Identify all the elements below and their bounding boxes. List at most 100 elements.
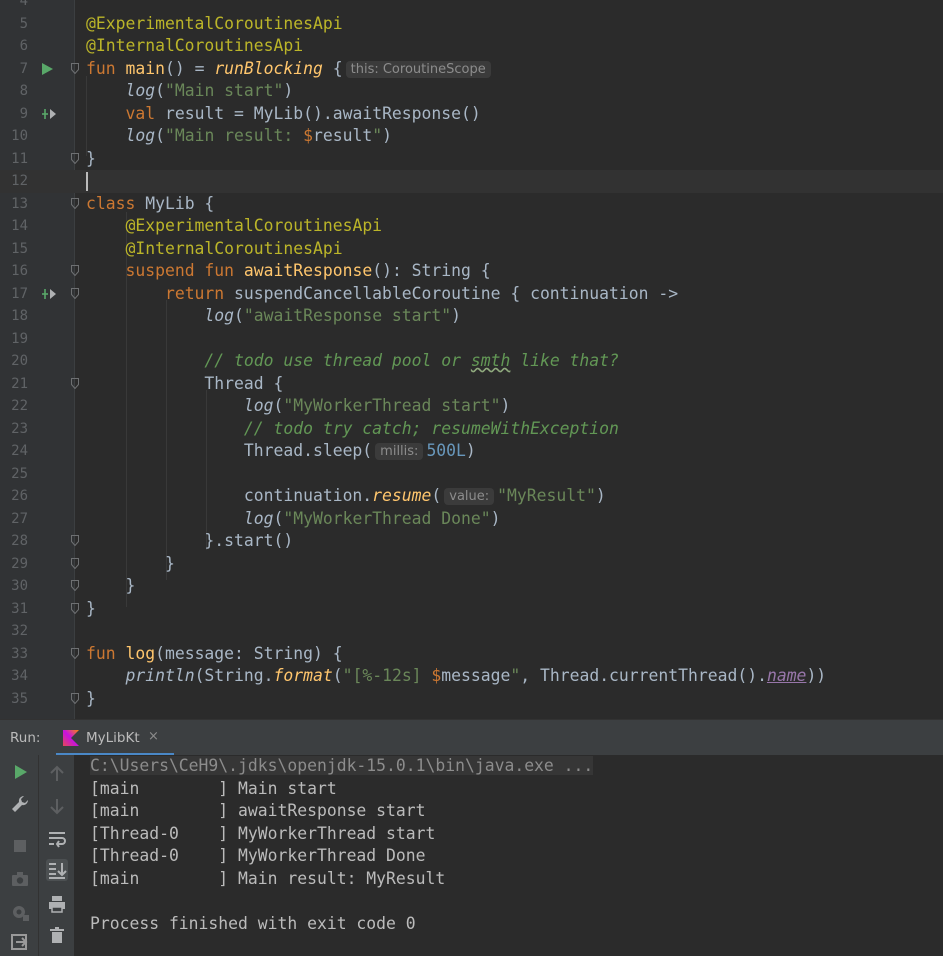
line-number[interactable]: 31 [0, 598, 28, 621]
code-line[interactable]: 14 @ExperimentalCoroutinesApi [0, 215, 943, 238]
line-number[interactable]: 6 [0, 35, 28, 58]
run-tab-mylibkt[interactable]: MyLibKt × [56, 720, 174, 756]
line-number[interactable]: 26 [0, 485, 28, 508]
line-number[interactable]: 27 [0, 508, 28, 531]
line-number[interactable]: 28 [0, 530, 28, 553]
code-line[interactable]: 26 continuation.resume(value: "MyResult") [0, 485, 943, 508]
run-gutter-icon[interactable] [40, 61, 58, 77]
line-number[interactable]: 18 [0, 305, 28, 328]
line-number[interactable]: 24 [0, 440, 28, 463]
code-line[interactable]: 32 [0, 620, 943, 643]
code-text: } [86, 688, 96, 711]
line-number[interactable]: 4 [0, 0, 28, 13]
trash-icon[interactable] [46, 924, 68, 946]
code-line[interactable]: 27 log("MyWorkerThread Done") [0, 508, 943, 531]
line-number[interactable]: 15 [0, 238, 28, 261]
line-number[interactable]: 35 [0, 688, 28, 711]
line-number[interactable]: 21 [0, 373, 28, 396]
console-command-text[interactable]: C:\Users\CeH9\.jdks\openjdk-15.0.1\bin\j… [90, 756, 594, 775]
code-line[interactable]: 8 log("Main start") [0, 80, 943, 103]
code-line[interactable]: 34 println(String.format("[%-12s] $messa… [0, 665, 943, 688]
fold-icon[interactable] [71, 535, 79, 546]
line-number[interactable]: 22 [0, 395, 28, 418]
scroll-to-end-icon[interactable] [46, 859, 68, 881]
code-line[interactable]: 4 [0, 0, 943, 13]
code-line[interactable]: 22 log("MyWorkerThread start") [0, 395, 943, 418]
close-icon[interactable]: × [148, 729, 159, 744]
code-line[interactable]: 25 [0, 463, 943, 486]
line-number[interactable]: 33 [0, 643, 28, 666]
arrow-up-icon[interactable] [46, 763, 68, 785]
fold-icon[interactable] [71, 692, 79, 704]
code-line[interactable]: 11} [0, 148, 943, 171]
fold-icon[interactable] [71, 647, 79, 659]
code-line[interactable]: 29 } [0, 553, 943, 576]
code-line[interactable]: 12 [0, 170, 943, 193]
code-text: @InternalCoroutinesApi [86, 35, 303, 58]
code-line[interactable]: 31} [0, 598, 943, 621]
code-line[interactable]: 9 val result = MyLib().awaitResponse() [0, 103, 943, 126]
line-number[interactable]: 17 [0, 283, 28, 306]
wrench-icon[interactable] [9, 793, 31, 815]
ide-window: 4 5 @ExperimentalCoroutinesApi 6 @InternalCo… [0, 0, 943, 956]
code-line[interactable]: 30 } [0, 575, 943, 598]
code-line[interactable]: 24 Thread.sleep(millis: 500L) [0, 440, 943, 463]
code-line[interactable]: 10 log("Main result: $result") [0, 125, 943, 148]
code-editor[interactable]: 4 5 @ExperimentalCoroutinesApi 6 @InternalCo… [0, 0, 943, 719]
fold-icon[interactable] [71, 287, 79, 299]
line-number[interactable]: 14 [0, 215, 28, 238]
debug-settings-icon[interactable] [9, 901, 31, 923]
code-line[interactable]: 23 // todo try catch; resumeWithExceptio… [0, 418, 943, 441]
code-line[interactable]: 13 class MyLib { [0, 193, 943, 216]
fold-icon[interactable] [71, 265, 79, 276]
fold-icon[interactable] [71, 602, 79, 614]
line-number[interactable]: 5 [0, 13, 28, 36]
line-number[interactable]: 20 [0, 350, 28, 373]
code-token: ) [382, 126, 392, 145]
code-line[interactable]: 35} [0, 688, 943, 711]
code-text: Thread.sleep(millis: 500L) [86, 440, 476, 464]
fold-icon[interactable] [71, 152, 79, 164]
code-line[interactable]: 7 fun main() = runBlocking {this: Corouti… [0, 58, 943, 81]
line-number[interactable]: 23 [0, 418, 28, 441]
soft-wrap-icon[interactable] [46, 828, 68, 850]
fold-icon[interactable] [71, 197, 79, 209]
line-number[interactable]: 7 [0, 58, 28, 81]
code-line[interactable]: 6 @InternalCoroutinesApi [0, 35, 943, 58]
code-line[interactable]: 17 return suspendCancellableCoroutine { … [0, 283, 943, 306]
line-number[interactable]: 19 [0, 328, 28, 351]
camera-icon[interactable] [9, 868, 31, 890]
line-number[interactable]: 12 [0, 170, 28, 193]
code-token: log [125, 126, 156, 145]
print-icon[interactable] [46, 893, 68, 915]
fold-icon[interactable] [71, 580, 79, 591]
line-number[interactable]: 11 [0, 148, 28, 171]
line-number[interactable]: 16 [0, 260, 28, 283]
rerun-icon[interactable] [9, 761, 31, 783]
line-number[interactable]: 25 [0, 463, 28, 486]
line-number[interactable]: 8 [0, 80, 28, 103]
fold-icon[interactable] [71, 377, 79, 389]
code-line[interactable]: 5 @ExperimentalCoroutinesApi [0, 13, 943, 36]
code-line[interactable]: 21 Thread { [0, 373, 943, 396]
line-number[interactable]: 32 [0, 620, 28, 643]
line-number[interactable]: 10 [0, 125, 28, 148]
code-line[interactable]: 16 suspend fun awaitResponse(): String { [0, 260, 943, 283]
fold-icon[interactable] [71, 62, 79, 74]
line-number[interactable]: 34 [0, 665, 28, 688]
exit-icon[interactable] [9, 931, 31, 953]
code-line[interactable]: 15 @InternalCoroutinesApi [0, 238, 943, 261]
line-number[interactable]: 29 [0, 553, 28, 576]
code-line[interactable]: 28 }.start() [0, 530, 943, 553]
console-output[interactable]: C:\Users\CeH9\.jdks\openjdk-15.0.1\bin\j… [90, 755, 594, 936]
line-number[interactable]: 30 [0, 575, 28, 598]
stop-icon[interactable] [9, 835, 31, 857]
line-number[interactable]: 13 [0, 193, 28, 216]
code-line[interactable]: 18 log("awaitResponse start") [0, 305, 943, 328]
arrow-down-icon[interactable] [46, 795, 68, 817]
code-line[interactable]: 20 // todo use thread pool or smth like … [0, 350, 943, 373]
code-line[interactable]: 19 [0, 328, 943, 351]
line-number[interactable]: 9 [0, 103, 28, 126]
code-line[interactable]: 33 fun log(message: String) { [0, 643, 943, 666]
fold-icon[interactable] [71, 557, 79, 569]
